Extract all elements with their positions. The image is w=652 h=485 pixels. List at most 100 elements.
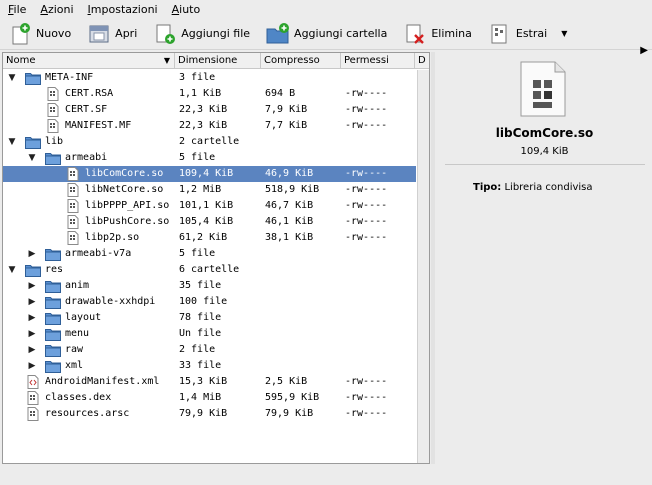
row-size: 105,4 KiB [179, 216, 234, 227]
menu-file[interactable]: File [8, 3, 26, 16]
row-permissions [345, 262, 415, 278]
new-button[interactable]: Nuovo [4, 20, 75, 48]
row-size: 5 file [179, 152, 216, 163]
col-name[interactable]: Nome ▼ [3, 53, 175, 69]
pane-divider[interactable] [431, 52, 435, 464]
menu-aiuto[interactable]: Aiuto [172, 3, 201, 16]
row-compressed [265, 246, 341, 262]
vertical-scrollbar[interactable] [417, 70, 429, 463]
table-row[interactable]: ▼ lib 2 cartelle [3, 134, 416, 150]
table-row[interactable]: ▼ armeabi 5 file [3, 150, 416, 166]
table-row[interactable]: CERT.SF 22,3 KiB 7,9 KiB -rw---- [3, 102, 416, 118]
table-row[interactable]: ▶ xml 33 file [3, 358, 416, 374]
row-size: 1,1 KiB [179, 88, 222, 99]
table-row[interactable]: ▶ anim 35 file [3, 278, 416, 294]
row-name: libComCore.so [85, 168, 164, 179]
open-button[interactable]: Apri [83, 20, 141, 48]
row-compressed [265, 262, 341, 278]
row-size: 1,4 MiB [179, 392, 222, 403]
row-name-cell: classes.dex [25, 390, 175, 406]
expander-closed-icon[interactable]: ▶ [27, 278, 37, 294]
col-size[interactable]: Dimensione [175, 53, 261, 69]
row-name: libp2p.so [85, 232, 140, 243]
row-permissions [345, 150, 415, 166]
sort-arrow-icon: ▼ [163, 56, 170, 65]
table-row[interactable]: libp2p.so 61,2 KiB 38,1 KiB -rw---- [3, 230, 416, 246]
expander-open-icon[interactable]: ▼ [7, 134, 17, 150]
table-row[interactable]: ▼ res 6 cartelle [3, 262, 416, 278]
table-row[interactable]: libComCore.so 109,4 KiB 46,9 KiB -rw---- [3, 166, 416, 182]
col-permissions[interactable]: Permessi [341, 53, 415, 69]
folder-icon [45, 359, 61, 373]
row-name: libPushCore.so [85, 216, 170, 227]
file-icon [65, 231, 81, 245]
file-icon [45, 87, 61, 101]
expander-closed-icon[interactable]: ▶ [27, 294, 37, 310]
row-size: 1,2 MiB [179, 184, 222, 195]
row-name-cell: armeabi-v7a [45, 246, 175, 262]
extract-icon [488, 23, 512, 45]
expander-closed-icon[interactable]: ▶ [27, 326, 37, 342]
row-name-cell: MANIFEST.MF [45, 118, 175, 134]
new-archive-icon [8, 22, 32, 45]
expander-closed-icon[interactable]: ▶ [27, 246, 37, 262]
row-name: anim [65, 280, 90, 291]
folder-icon [45, 247, 61, 261]
table-row[interactable]: CERT.RSA 1,1 KiB 694 B -rw---- [3, 86, 416, 102]
table-row[interactable]: ▶ layout 78 file [3, 310, 416, 326]
row-name-cell: AndroidManifest.xml [25, 374, 175, 390]
expander-closed-icon[interactable]: ▶ [27, 358, 37, 374]
table-row[interactable]: resources.arsc 79,9 KiB 79,9 KiB -rw---- [3, 406, 416, 422]
menu-impostazioni[interactable]: Impostazioni [88, 3, 158, 16]
row-compressed: 46,1 KiB [265, 216, 314, 227]
scrollbar-thumb[interactable] [420, 70, 428, 463]
folder-icon [25, 263, 41, 277]
delete-icon [403, 23, 427, 45]
extract-button[interactable]: Estrai ▼ [484, 20, 571, 48]
table-row[interactable]: ▶ menu Un file [3, 326, 416, 342]
row-size: 79,9 KiB [179, 408, 228, 419]
table-row[interactable]: libNetCore.so 1,2 MiB 518,9 KiB -rw---- [3, 182, 416, 198]
table-row[interactable]: MANIFEST.MF 22,3 KiB 7,7 KiB -rw---- [3, 118, 416, 134]
expander-closed-icon[interactable]: ▶ [27, 310, 37, 326]
extract-dropdown-icon[interactable]: ▼ [561, 29, 567, 38]
row-name: CERT.SF [65, 104, 108, 115]
extract-button-label: Estrai [515, 27, 548, 40]
expander-closed-icon[interactable]: ▶ [27, 342, 37, 358]
row-name: libNetCore.so [85, 184, 164, 195]
col-compressed[interactable]: Compresso [261, 53, 341, 69]
file-icon [25, 407, 41, 421]
row-permissions [345, 278, 415, 294]
table-row[interactable]: AndroidManifest.xml 15,3 KiB 2,5 KiB -rw---… [3, 374, 416, 390]
row-permissions: -rw---- [345, 408, 388, 419]
row-permissions: -rw---- [345, 104, 388, 115]
delete-button-label: Elimina [431, 27, 472, 40]
row-name-cell: CERT.RSA [45, 86, 175, 102]
file-list: Nome ▼ Dimensione Compresso Permessi D ▼ M… [2, 52, 430, 464]
col-date[interactable]: D [415, 53, 431, 69]
add-folder-button[interactable]: Aggiungi cartella [262, 20, 391, 48]
row-compressed [265, 278, 341, 294]
table-row[interactable]: libPPPP_API.so 101,1 KiB 46,7 KiB -rw---- [3, 198, 416, 214]
expander-open-icon[interactable]: ▼ [7, 262, 17, 278]
table-row[interactable]: classes.dex 1,4 MiB 595,9 KiB -rw---- [3, 390, 416, 406]
row-name: armeabi [65, 152, 108, 163]
row-compressed: 518,9 KiB [265, 184, 320, 195]
delete-button[interactable]: Elimina [399, 20, 476, 48]
table-row[interactable]: ▶ raw 2 file [3, 342, 416, 358]
row-size: 6 cartelle [179, 264, 240, 275]
row-name-cell: libComCore.so [65, 166, 175, 182]
folder-icon [45, 311, 61, 325]
table-row[interactable]: libPushCore.so 105,4 KiB 46,1 KiB -rw---- [3, 214, 416, 230]
table-row[interactable]: ▶ armeabi-v7a 5 file [3, 246, 416, 262]
row-compressed: 2,5 KiB [265, 376, 308, 387]
selected-file-size: 109,4 KiB [520, 146, 569, 157]
table-row[interactable]: ▼ META-INF 3 file [3, 70, 416, 86]
add-files-button[interactable]: Aggiungi file [149, 20, 254, 48]
row-compressed: 7,9 KiB [265, 104, 308, 115]
row-permissions [345, 70, 415, 86]
expander-open-icon[interactable]: ▼ [7, 70, 17, 86]
menu-azioni[interactable]: Azioni [40, 3, 73, 16]
expander-open-icon[interactable]: ▼ [27, 150, 37, 166]
table-row[interactable]: ▶ drawable-xxhdpi 100 file [3, 294, 416, 310]
